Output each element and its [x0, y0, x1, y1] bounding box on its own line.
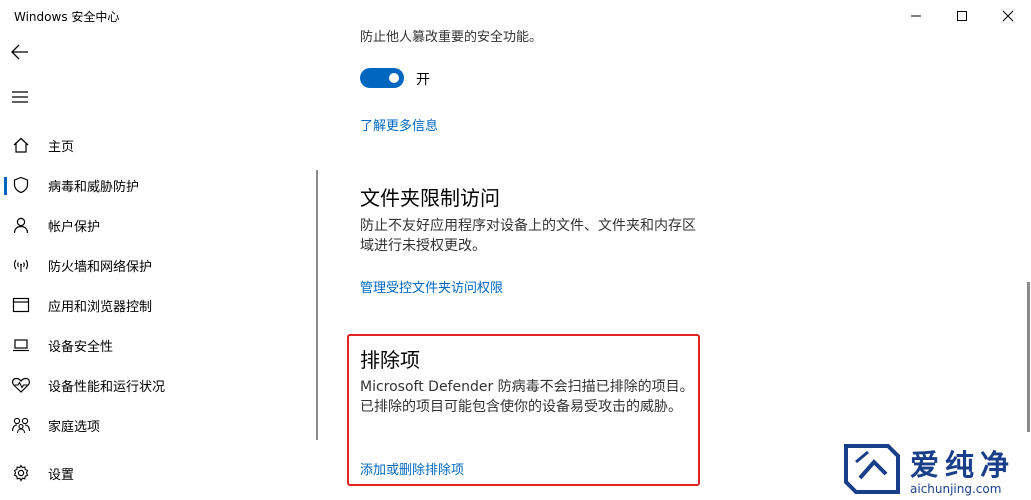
watermark-url: aichunjing.com	[910, 482, 1002, 496]
sidebar-item-label: 病毒和威胁防护	[48, 179, 140, 195]
tamper-protection-description: 防止他人篡改重要的安全功能。	[360, 30, 543, 45]
watermark: 爱纯净 aichunjing.com	[842, 440, 1028, 498]
main-content: 防止他人篡改重要的安全功能。 开 了解更多信息 文件夹限制访问 防止不友好应用程…	[320, 30, 1031, 500]
exclusions-description: Microsoft Defender 防病毒不会扫描已排除的项目。已排除的项目可…	[360, 379, 694, 415]
back-arrow-icon	[11, 44, 28, 60]
hamburger-menu-icon	[12, 91, 28, 103]
sidebar-item-label: 设置	[48, 467, 75, 483]
sidebar-item-label: 家庭选项	[48, 419, 101, 435]
sidebar-item-firewall[interactable]: 防火墙和网络保护	[0, 245, 312, 285]
sidebar-item-app-browser-control[interactable]: 应用和浏览器控制	[0, 285, 312, 325]
menu-button[interactable]	[6, 83, 34, 111]
maximize-button[interactable]	[939, 0, 985, 32]
sidebar-item-label: 应用和浏览器控制	[48, 299, 153, 315]
folder-access-title: 文件夹限制访问	[360, 186, 500, 210]
toggle-state-label: 开	[416, 72, 430, 88]
home-icon	[11, 135, 31, 155]
app-window-icon	[11, 295, 31, 315]
main-scrollbar[interactable]	[1027, 282, 1030, 432]
learn-more-link[interactable]: 了解更多信息	[360, 115, 438, 134]
sidebar: 主页 病毒和威胁防护 帐户保护 防火墙和网络保护 应用和浏览器控制 设备安全性 …	[0, 32, 320, 500]
laptop-icon	[11, 335, 31, 355]
person-icon	[11, 215, 31, 235]
manage-folder-access-link[interactable]: 管理受控文件夹访问权限	[360, 277, 503, 296]
sidebar-item-settings[interactable]: 设置	[0, 453, 312, 493]
heart-pulse-icon	[11, 375, 31, 395]
watermark-logo-icon	[844, 444, 900, 494]
wireless-signal-icon	[11, 255, 31, 275]
windows-security-window: Windows 安全中心 主页 病毒和威胁防护 帐户保护 防火墙和网络保护 应用…	[0, 0, 1031, 500]
watermark-text: 爱纯净	[910, 448, 1016, 482]
minimize-button[interactable]	[893, 0, 939, 32]
sidebar-item-label: 设备性能和运行状况	[48, 379, 166, 395]
tamper-protection-toggle[interactable]	[360, 68, 404, 88]
sidebar-item-label: 防火墙和网络保护	[48, 259, 153, 275]
gear-icon	[11, 463, 31, 483]
folder-access-description: 防止不友好应用程序对设备上的文件、文件夹和内存区域进行未授权更改。	[360, 218, 696, 254]
sidebar-item-label: 设备安全性	[48, 339, 114, 355]
sidebar-item-account-protection[interactable]: 帐户保护	[0, 205, 312, 245]
sidebar-item-label: 帐户保护	[48, 219, 101, 235]
window-title: Windows 安全中心	[14, 10, 120, 24]
sidebar-scrollbar[interactable]	[316, 170, 318, 440]
maximize-icon	[957, 11, 967, 21]
sidebar-item-virus-protection[interactable]: 病毒和威胁防护	[0, 165, 312, 205]
sidebar-item-home[interactable]: 主页	[0, 125, 312, 165]
sidebar-item-label: 主页	[48, 139, 75, 155]
sidebar-item-device-performance[interactable]: 设备性能和运行状况	[0, 365, 312, 405]
family-icon	[11, 415, 31, 435]
minimize-icon	[911, 15, 921, 17]
add-remove-exclusions-link[interactable]: 添加或删除排除项	[360, 459, 464, 478]
sidebar-item-device-security[interactable]: 设备安全性	[0, 325, 312, 365]
sidebar-item-family-options[interactable]: 家庭选项	[0, 405, 312, 445]
shield-icon	[11, 175, 31, 195]
exclusions-title: 排除项	[360, 348, 420, 372]
toggle-knob	[389, 73, 399, 83]
back-button[interactable]	[6, 38, 34, 66]
close-icon	[1002, 10, 1014, 22]
close-button[interactable]	[985, 0, 1031, 32]
